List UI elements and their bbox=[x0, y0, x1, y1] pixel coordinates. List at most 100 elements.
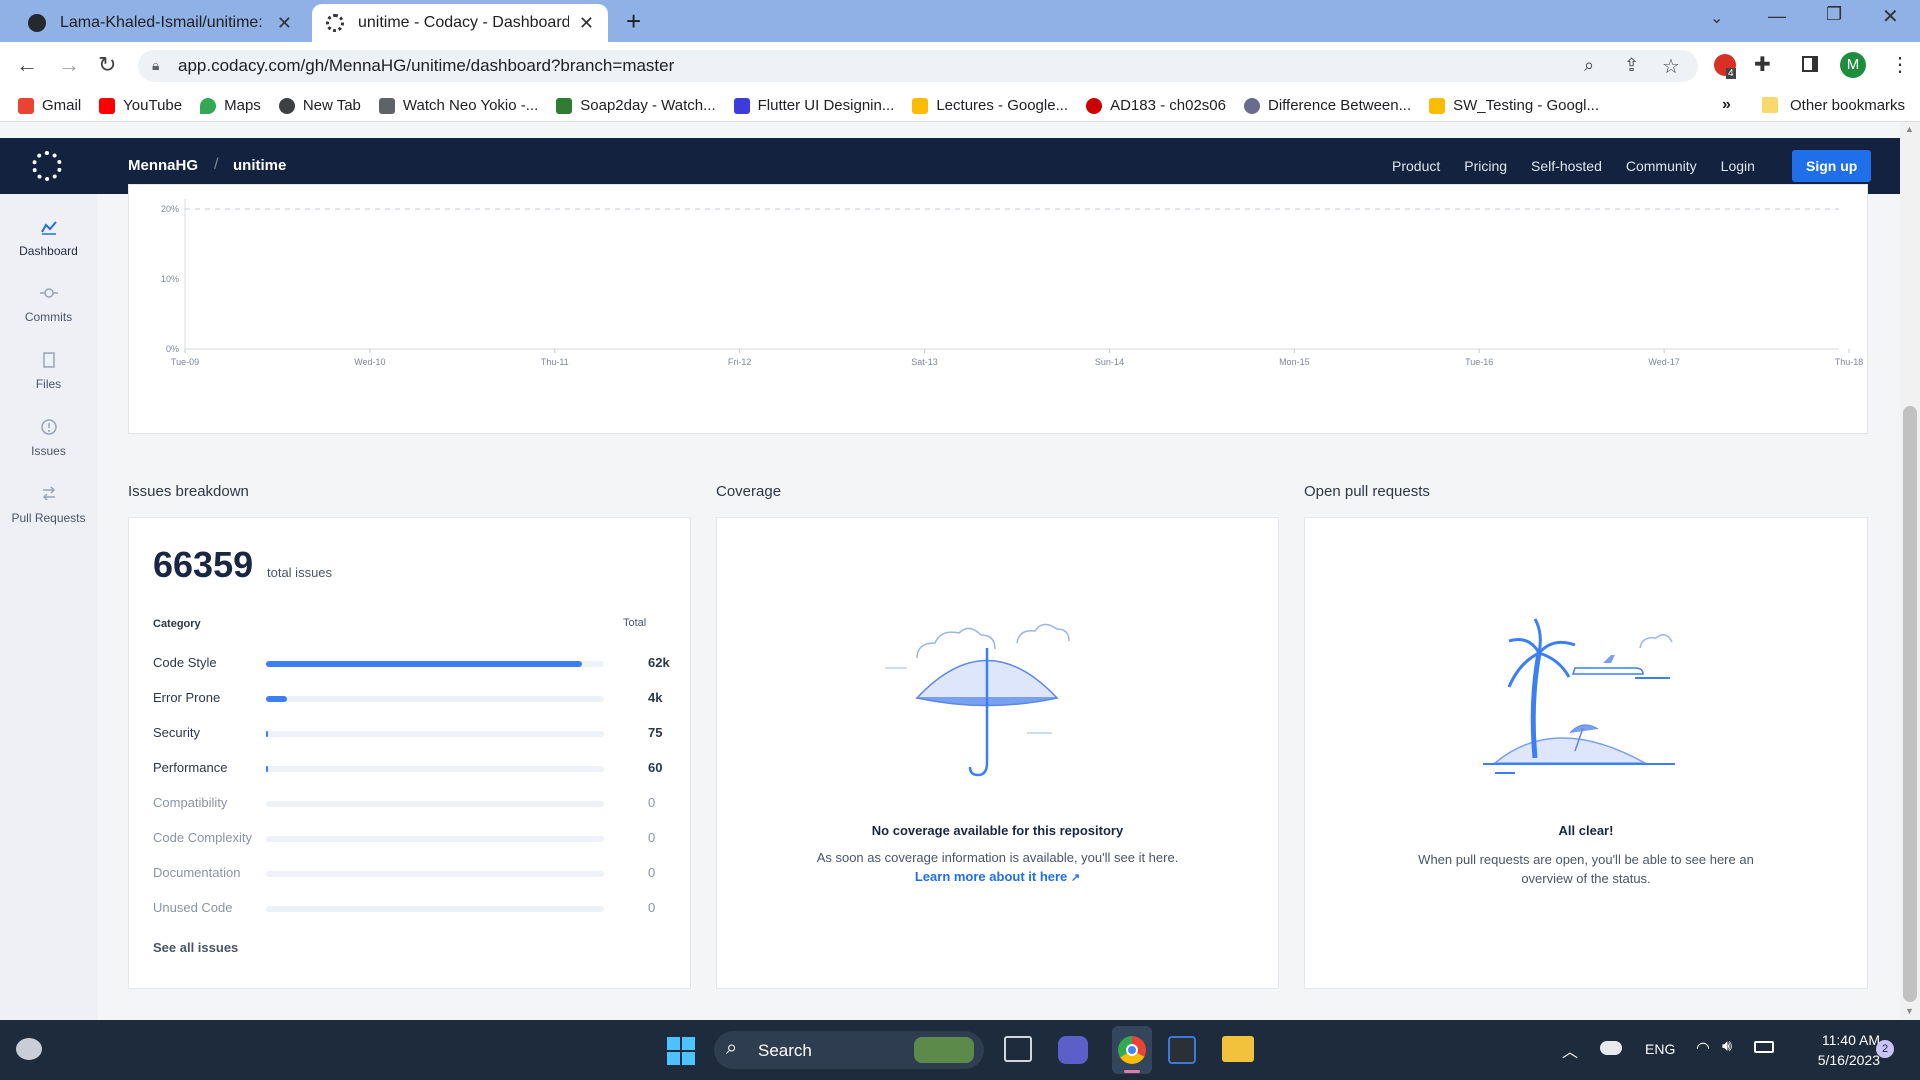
bookmark-lectures[interactable]: Lectures - Google... bbox=[912, 97, 1068, 114]
bookmark-neo-yokio[interactable]: Watch Neo Yokio -... bbox=[378, 97, 538, 114]
coverage-section-title: Coverage bbox=[716, 483, 782, 500]
category-bar-fill bbox=[266, 766, 268, 772]
category-bar-fill bbox=[266, 661, 583, 667]
category-name: Compatibility bbox=[153, 795, 228, 810]
extension-badge: 4 bbox=[1726, 68, 1736, 79]
battery-icon[interactable] bbox=[1754, 1041, 1774, 1053]
tab-title: Lama-Khaled-Ismail/unitime: Co bbox=[60, 14, 267, 31]
lock-icon: 🔒︎ bbox=[152, 57, 160, 73]
bookmark-flutter[interactable]: Flutter UI Designin... bbox=[733, 97, 894, 114]
nav-community[interactable]: Community bbox=[1626, 158, 1697, 174]
zoom-icon[interactable]: ⌕ bbox=[1584, 55, 1594, 76]
sidebar-item-files[interactable]: Files bbox=[0, 351, 97, 391]
chart-panel: 20% 10% 0% Tue-09 Wed-10 Thu-11 Fri-12 Sat-13 S… bbox=[128, 184, 1868, 434]
x-tick-label: Wed-17 bbox=[1648, 357, 1679, 367]
category-row[interactable]: Code Style 62k bbox=[153, 653, 670, 673]
sidebar-item-label: Dashboard bbox=[19, 244, 78, 258]
forward-button[interactable]: → bbox=[58, 52, 80, 78]
category-row[interactable]: Compatibility 0 bbox=[153, 793, 655, 813]
profile-avatar[interactable]: M bbox=[1840, 52, 1866, 78]
category-name: Performance bbox=[153, 760, 228, 775]
browser-tab-github[interactable]: Lama-Khaled-Ismail/unitime: Co ✕ bbox=[14, 4, 306, 42]
store-icon[interactable] bbox=[1168, 1036, 1196, 1064]
more-bookmarks-button[interactable]: » bbox=[1722, 96, 1731, 114]
pull-requests-body: When pull requests are open, you'll be a… bbox=[1418, 852, 1754, 886]
taskbar-search-box[interactable]: ⌕ Search bbox=[714, 1031, 984, 1069]
other-bookmarks[interactable]: Other bookmarks bbox=[1790, 97, 1905, 114]
issues-panel: 66359 total issues Category Total Code S… bbox=[128, 517, 691, 989]
reload-button[interactable]: ↻ bbox=[98, 52, 116, 78]
sidebar-item-issues[interactable]: Issues bbox=[0, 418, 97, 458]
bookmark-sw-testing[interactable]: SW_Testing - Googl... bbox=[1429, 97, 1599, 114]
issues-section-title: Issues breakdown bbox=[128, 483, 249, 500]
windows-start-icon[interactable] bbox=[666, 1036, 696, 1066]
coverage-body: As soon as coverage information is avail… bbox=[816, 850, 1179, 865]
bookmark-youtube[interactable]: YouTube bbox=[99, 97, 182, 114]
scroll-up-arrow-icon[interactable]: ▲ bbox=[1905, 124, 1914, 134]
close-tab-icon[interactable]: ✕ bbox=[277, 13, 292, 34]
category-row[interactable]: Performance 60 bbox=[153, 758, 662, 778]
repo-link[interactable]: unitime bbox=[233, 157, 286, 174]
tab-search-chevron-icon[interactable]: ⌄ bbox=[1710, 8, 1723, 28]
new-tab-button[interactable]: + bbox=[626, 6, 641, 37]
x-tick-label: Thu-11 bbox=[541, 357, 569, 367]
x-tick-label: Fri-12 bbox=[728, 357, 752, 367]
minimize-button[interactable]: — bbox=[1768, 6, 1786, 27]
sign-up-button[interactable]: Sign up bbox=[1792, 150, 1872, 182]
bookmark-soap2day[interactable]: Soap2day - Watch... bbox=[556, 97, 716, 114]
clock-date[interactable]: 5/16/2023 bbox=[1796, 1052, 1880, 1068]
restore-button[interactable]: ❐ bbox=[1826, 4, 1842, 25]
category-row[interactable]: Error Prone 4k bbox=[153, 688, 662, 708]
notification-badge[interactable]: 2 bbox=[1876, 1040, 1894, 1058]
close-window-button[interactable]: ✕ bbox=[1882, 4, 1899, 29]
codacy-logo[interactable] bbox=[32, 151, 62, 181]
org-link[interactable]: MennaHG bbox=[128, 157, 198, 174]
wifi-icon[interactable]: ◠ bbox=[1696, 1038, 1710, 1058]
category-row[interactable]: Security 75 bbox=[153, 723, 662, 743]
extensions-puzzle-icon[interactable]: ✚ bbox=[1754, 52, 1771, 77]
bookmark-new-tab[interactable]: New Tab bbox=[278, 97, 361, 114]
side-panel-icon[interactable] bbox=[1802, 56, 1818, 72]
task-view-icon[interactable] bbox=[1004, 1036, 1032, 1062]
category-row[interactable]: Documentation 0 bbox=[153, 863, 655, 883]
pull-requests-heading: All clear! bbox=[1558, 823, 1614, 838]
clock-time[interactable]: 11:40 AM bbox=[1800, 1032, 1880, 1048]
share-icon[interactable]: ⇪ bbox=[1624, 55, 1639, 76]
close-tab-icon[interactable]: ✕ bbox=[579, 13, 594, 34]
scroll-down-arrow-icon[interactable]: ▼ bbox=[1905, 1006, 1914, 1016]
file-explorer-icon[interactable] bbox=[1222, 1036, 1254, 1062]
bookmark-ad183[interactable]: AD183 - ch02s06 bbox=[1086, 97, 1226, 114]
bookmark-star-icon[interactable]: ☆ bbox=[1662, 54, 1680, 79]
nav-pricing[interactable]: Pricing bbox=[1464, 158, 1507, 174]
address-bar[interactable]: 🔒︎ app.codacy.com/gh/MennaHG/unitime/das… bbox=[138, 50, 1698, 82]
nav-product[interactable]: Product bbox=[1392, 158, 1440, 174]
category-row[interactable]: Code Complexity 0 bbox=[153, 828, 655, 848]
weather-icon[interactable] bbox=[16, 1038, 42, 1060]
bookmark-maps[interactable]: Maps bbox=[200, 97, 261, 114]
google-drive-icon bbox=[1429, 97, 1446, 114]
see-all-issues-link[interactable]: See all issues bbox=[153, 940, 238, 955]
nav-self-hosted[interactable]: Self-hosted bbox=[1531, 158, 1602, 174]
sidebar-item-commits[interactable]: Commits bbox=[0, 284, 97, 324]
volume-icon[interactable]: 🔊︎ bbox=[1722, 1038, 1732, 1056]
onedrive-icon[interactable] bbox=[1600, 1041, 1622, 1055]
tray-overflow-chevron-icon[interactable]: ︿ bbox=[1562, 1038, 1578, 1062]
bookmark-gmail[interactable]: Gmail bbox=[18, 97, 81, 114]
bookmark-difference[interactable]: Difference Between... bbox=[1243, 97, 1411, 114]
language-indicator[interactable]: ENG bbox=[1645, 1041, 1675, 1057]
back-button[interactable]: ← bbox=[16, 52, 38, 78]
category-row[interactable]: Unused Code 0 bbox=[153, 898, 655, 918]
menu-kebab-icon[interactable]: ⋮ bbox=[1890, 52, 1910, 77]
category-name: Code Complexity bbox=[153, 830, 252, 845]
category-total: 0 bbox=[648, 900, 656, 915]
x-tick-label: Tue-16 bbox=[1465, 357, 1493, 367]
browser-tab-codacy[interactable]: unitime - Codacy - Dashboard ✕ bbox=[312, 4, 608, 42]
learn-more-link[interactable]: Learn more about it here ↗ bbox=[717, 869, 1278, 884]
chrome-taskbar-button[interactable] bbox=[1112, 1026, 1152, 1074]
teams-chat-icon[interactable] bbox=[1058, 1036, 1088, 1064]
sidebar-item-pull-requests[interactable]: Pull Requests bbox=[0, 485, 97, 525]
nav-login[interactable]: Login bbox=[1721, 158, 1755, 174]
sidebar-item-dashboard[interactable]: Dashboard bbox=[0, 218, 97, 258]
maps-icon bbox=[200, 97, 217, 114]
scrollbar-thumb[interactable] bbox=[1903, 406, 1917, 1002]
